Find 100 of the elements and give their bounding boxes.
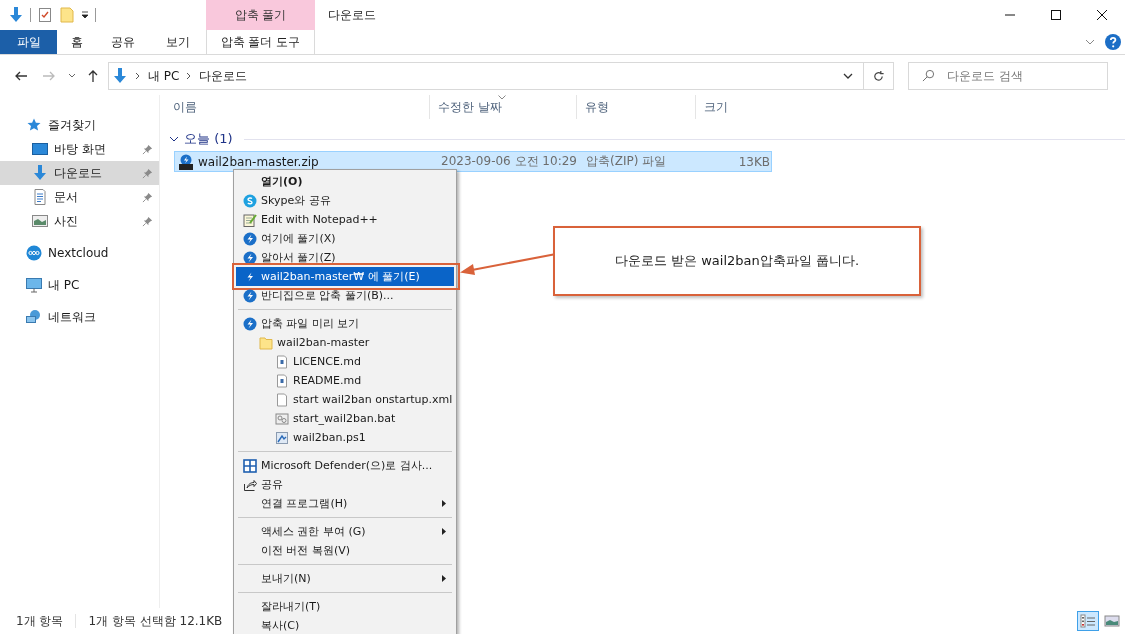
download-icon xyxy=(112,68,128,84)
menu-item[interactable]: 잘라내기(T) xyxy=(236,597,454,616)
zip-file-icon xyxy=(178,153,194,170)
pin-icon[interactable] xyxy=(142,191,153,203)
window-title: 다운로드 xyxy=(327,6,377,24)
menu-item[interactable]: 열기(O) xyxy=(236,172,454,191)
chevron-right-icon[interactable] xyxy=(135,72,141,80)
share-icon xyxy=(243,477,257,492)
network-icon xyxy=(26,309,42,325)
document-icon xyxy=(32,189,48,205)
chevron-down-icon[interactable] xyxy=(843,73,853,79)
column-header[interactable]: 이름 xyxy=(165,95,430,119)
menu-item[interactable]: 연결 프로그램(H) xyxy=(236,494,454,513)
pin-icon[interactable] xyxy=(142,143,153,155)
callout-text: 다운로드 받은 wail2ban압축파일 풉니다. xyxy=(614,252,860,270)
submenu-arrow-icon xyxy=(442,575,446,582)
back-arrow-icon[interactable] xyxy=(14,69,28,83)
sidebar-item[interactable]: 네트워크 xyxy=(0,305,159,329)
file-tab[interactable]: 파일 xyxy=(0,30,57,54)
up-arrow-icon[interactable] xyxy=(86,69,100,83)
refresh-button[interactable] xyxy=(864,62,894,90)
breadcrumb[interactable]: 다운로드 xyxy=(199,67,248,85)
sidebar-item[interactable]: 내 PC xyxy=(0,273,159,297)
picture-frame-icon xyxy=(32,213,48,229)
refresh-icon xyxy=(872,69,885,83)
sort-caret-icon xyxy=(498,95,506,100)
menu-item[interactable]: 공유 xyxy=(236,475,454,494)
menu-item[interactable]: 여기에 풀기(X) xyxy=(236,229,454,248)
folder-icon xyxy=(259,335,273,350)
archive-entry[interactable]: LICENCE.md xyxy=(236,352,454,371)
menu-item[interactable]: Skype와 공유 xyxy=(236,191,454,210)
chevron-right-icon[interactable] xyxy=(186,72,193,80)
file-icon xyxy=(275,373,289,388)
script-icon xyxy=(275,430,289,445)
cloud-icon xyxy=(26,245,42,261)
skype-icon xyxy=(243,193,257,208)
lightning-icon xyxy=(243,250,257,265)
gears-icon xyxy=(275,411,289,426)
pin-icon[interactable] xyxy=(142,215,153,227)
ribbon-tab[interactable]: 공유 xyxy=(97,30,149,54)
file-name: wail2ban-master.zip xyxy=(198,154,319,169)
selection-info: 1개 항목 선택함 12.1KB xyxy=(88,612,223,630)
desktop-icon xyxy=(32,141,48,157)
ribbon-tab[interactable]: 보기 xyxy=(149,30,206,54)
submenu-arrow-icon xyxy=(442,528,446,535)
maximize-icon xyxy=(1051,10,1061,20)
column-header[interactable]: 수정한 날짜 xyxy=(430,95,577,119)
sidebar-item[interactable]: 문서 xyxy=(0,185,159,209)
close-icon xyxy=(1097,10,1107,20)
chevron-down-icon[interactable] xyxy=(169,136,179,142)
sidebar-item[interactable]: 다운로드 xyxy=(0,161,159,185)
lightning-icon xyxy=(243,316,257,331)
details-view-button[interactable] xyxy=(1077,611,1099,631)
chevron-down-icon[interactable] xyxy=(68,73,76,79)
archive-entry[interactable]: start_wail2ban.bat xyxy=(236,409,454,428)
archive-entry[interactable]: wail2ban.ps1 xyxy=(236,428,454,447)
column-header[interactable]: 유형 xyxy=(577,95,696,119)
file-type: 압축(ZIP) 파일 xyxy=(585,153,668,170)
monitor-icon xyxy=(26,277,42,293)
file-icon xyxy=(275,354,289,369)
menu-item[interactable]: 이전 버전 복원(V) xyxy=(236,541,454,560)
archive-entry[interactable]: README.md xyxy=(236,371,454,390)
lightning-icon xyxy=(243,288,257,303)
file-size: 13KB xyxy=(737,154,771,169)
notepad-icon xyxy=(243,212,257,227)
contextual-tab-group: 압축 풀기 xyxy=(206,0,315,30)
download-icon xyxy=(32,165,48,181)
sidebar-item[interactable]: Nextcloud xyxy=(0,241,159,265)
sidebar-item[interactable]: 사진 xyxy=(0,209,159,233)
menu-item[interactable]: 반디집으로 압축 풀기(B)... xyxy=(236,286,454,305)
sidebar-item[interactable]: 바탕 화면 xyxy=(0,137,159,161)
sidebar-item[interactable]: 즐겨찾기 xyxy=(0,113,159,137)
menu-item[interactable]: Microsoft Defender(으)로 검사... xyxy=(236,456,454,475)
archive-entry[interactable]: start wail2ban onstartup.xml xyxy=(236,390,454,409)
file-date: 2023-09-06 오전 10:29 xyxy=(440,153,578,170)
menu-item[interactable]: Edit with Notepad++ xyxy=(236,210,454,229)
file-row[interactable]: wail2ban-master.zip 2023-09-06 오전 10:29 압축(ZIP) 파일 13KB xyxy=(174,151,772,172)
lightning-icon xyxy=(243,231,257,246)
menu-item[interactable]: 알아서 풀기(Z) xyxy=(236,248,454,267)
column-header[interactable]: 크기 xyxy=(696,95,776,119)
shield-icon xyxy=(243,458,257,473)
archive-entry[interactable]: wail2ban-master xyxy=(236,333,454,352)
dropdown-icon[interactable] xyxy=(81,11,89,19)
menu-item[interactable]: 액세스 권한 부여 (G) xyxy=(236,522,454,541)
help-icon[interactable] xyxy=(1105,34,1121,50)
menu-item[interactable]: 보내기(N) xyxy=(236,569,454,588)
file-icon xyxy=(275,392,289,407)
search-icon xyxy=(922,69,935,82)
menu-item[interactable]: 복사(C) xyxy=(236,616,454,634)
item-count: 1개 항목 xyxy=(16,612,64,630)
properties-icon[interactable] xyxy=(37,7,53,23)
star-icon xyxy=(26,117,42,133)
address-bar[interactable]: 내 PC 다운로드 xyxy=(108,62,864,90)
menu-item[interactable]: 압축 파일 미리 보기 xyxy=(236,314,454,333)
download-icon[interactable] xyxy=(8,7,24,23)
pin-icon[interactable] xyxy=(142,167,153,179)
breadcrumb[interactable]: 내 PC xyxy=(148,67,180,85)
ribbon-tab[interactable]: 홈 xyxy=(57,30,97,54)
search-field[interactable]: 다운로드 검색 xyxy=(908,62,1108,90)
group-header[interactable]: 오늘 (1) xyxy=(184,130,233,148)
